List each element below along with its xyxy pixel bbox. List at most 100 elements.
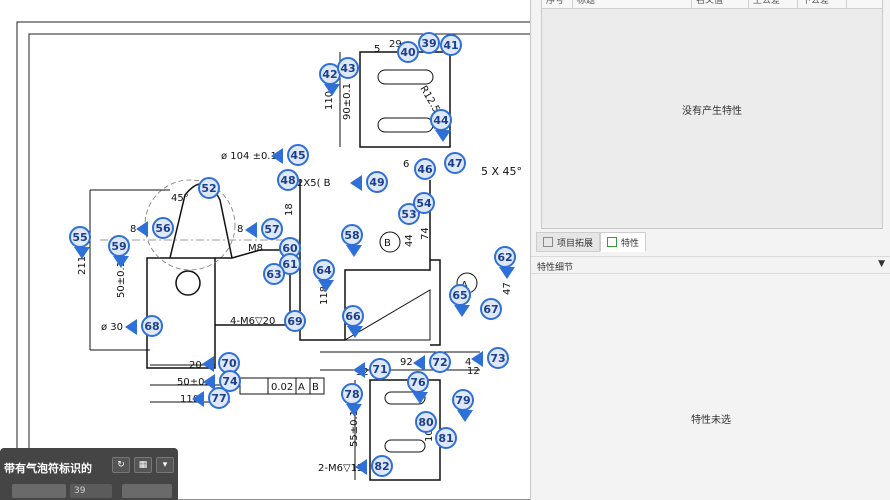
balloon-pointer-icon bbox=[412, 392, 428, 412]
tab-label: 特性 bbox=[621, 238, 640, 249]
balloon-pointer-icon bbox=[194, 356, 214, 372]
balloon-41[interactable]: 41 bbox=[440, 34, 462, 56]
dim-d35: 2X5( B bbox=[297, 178, 331, 189]
balloon-54[interactable]: 54 bbox=[413, 192, 435, 214]
balloon-pointer-icon bbox=[324, 84, 340, 104]
balloon-40[interactable]: 40 bbox=[397, 41, 419, 63]
text-field[interactable] bbox=[12, 484, 66, 498]
balloon-80[interactable]: 80 bbox=[415, 411, 437, 433]
balloon-46[interactable]: 46 bbox=[414, 158, 436, 180]
tab-label: 项目拓展 bbox=[557, 238, 594, 249]
balloon-pointer-icon bbox=[405, 355, 425, 371]
balloon-47[interactable]: 47 bbox=[444, 152, 466, 174]
balloon-pointer-icon bbox=[347, 459, 367, 475]
balloon-73[interactable]: 73 bbox=[487, 347, 509, 369]
balloon-64[interactable]: 64 bbox=[313, 259, 335, 281]
balloon-pointer-icon bbox=[117, 319, 137, 335]
balloon-pointer-icon bbox=[457, 410, 473, 430]
column-header[interactable]: 下公差 bbox=[798, 0, 847, 8]
balloon-pointer-icon bbox=[184, 391, 204, 407]
balloon-pointer-icon bbox=[318, 280, 334, 300]
dim-d32: 5 bbox=[374, 44, 380, 55]
balloon-82[interactable]: 82 bbox=[371, 455, 393, 477]
balloon-pointer-icon bbox=[74, 247, 90, 267]
balloon-69[interactable]: 69 bbox=[284, 310, 306, 332]
balloon-pointer-icon bbox=[128, 221, 148, 237]
balloon-62[interactable]: 62 bbox=[494, 246, 516, 268]
feature-detail-label: 特性细节 bbox=[537, 263, 574, 273]
balloon-68[interactable]: 68 bbox=[141, 315, 163, 337]
dim-d3: 6 bbox=[403, 159, 409, 170]
tab-features[interactable]: 特性 bbox=[600, 232, 647, 252]
dim-d15: A bbox=[298, 382, 305, 393]
feature-detail-bar[interactable]: 特性细节 ▼ bbox=[531, 256, 890, 274]
balloon-52[interactable]: 52 bbox=[198, 177, 220, 199]
dim-d14: 0.02 bbox=[271, 382, 293, 393]
balloon-59[interactable]: 59 bbox=[108, 235, 130, 257]
toolbar-title: 带有气泡符标识的 bbox=[4, 462, 92, 475]
balloon-pointer-icon bbox=[345, 362, 365, 378]
reset-icon[interactable]: ↻ bbox=[112, 457, 130, 473]
balloon-67[interactable]: 67 bbox=[480, 298, 502, 320]
features-icon bbox=[607, 237, 618, 247]
dim-d24: 44 bbox=[404, 234, 415, 247]
dim-d26: 18 bbox=[284, 203, 295, 216]
dropdown-icon[interactable]: ▾ bbox=[156, 457, 174, 473]
balloon-pointer-icon bbox=[499, 267, 515, 287]
balloon-63[interactable]: 63 bbox=[263, 263, 285, 285]
balloon-71[interactable]: 71 bbox=[369, 358, 391, 380]
balloon-pointer-icon bbox=[347, 326, 363, 346]
balloon-66[interactable]: 66 bbox=[342, 305, 364, 327]
balloon-58[interactable]: 58 bbox=[341, 224, 363, 246]
balloon-78[interactable]: 78 bbox=[341, 383, 363, 405]
balloon-pointer-icon bbox=[195, 374, 215, 390]
dim-d6: M8 bbox=[248, 243, 263, 254]
balloon-65[interactable]: 65 bbox=[449, 284, 471, 306]
balloon-56[interactable]: 56 bbox=[152, 217, 174, 239]
grid-icon[interactable]: ▦ bbox=[134, 457, 152, 473]
dim-d30: 90±0.1 bbox=[342, 83, 353, 120]
tab-project-expand[interactable]: 项目拓展 bbox=[536, 232, 601, 252]
balloon-57[interactable]: 57 bbox=[261, 218, 283, 240]
toolbar-controls: ↻ ▦ ▾ bbox=[112, 457, 174, 473]
column-header[interactable]: 上公差 bbox=[749, 0, 798, 8]
column-header[interactable]: 序号 bbox=[542, 0, 573, 8]
balloon-pointer-icon bbox=[463, 351, 483, 367]
balloon-pointer-icon bbox=[435, 130, 451, 150]
dim-d33: B bbox=[384, 238, 391, 249]
balloon-45[interactable]: 45 bbox=[287, 144, 309, 166]
balloon-72[interactable]: 72 bbox=[429, 351, 451, 373]
dim-d16: B bbox=[312, 382, 319, 393]
column-header[interactable]: 标题 bbox=[573, 0, 692, 8]
balloon-39[interactable]: 39 bbox=[418, 32, 440, 54]
panel-tabs: 项目拓展 特性 bbox=[536, 232, 647, 252]
balloon-pointer-icon bbox=[346, 404, 362, 424]
balloon-81[interactable]: 81 bbox=[435, 427, 457, 449]
dim-d10: 4-M6▽20 bbox=[230, 316, 275, 327]
feature-table[interactable]: 序号 标题 名义值 上公差 下公差 没有产生特性 bbox=[541, 0, 883, 229]
balloon-pointer-icon bbox=[237, 222, 257, 238]
balloon-79[interactable]: 79 bbox=[452, 389, 474, 411]
balloon-49[interactable]: 49 bbox=[366, 171, 388, 193]
dim-d2: 5 X 45° bbox=[481, 165, 522, 178]
feature-empty-text: 特性未选 bbox=[691, 415, 731, 426]
balloon-48[interactable]: 48 bbox=[277, 169, 299, 191]
drawing-canvas[interactable]: ø 104 ±0.10 5 X 45° 6 8 8 M8 211 50±0.1 … bbox=[0, 0, 530, 500]
balloon-43[interactable]: 43 bbox=[337, 57, 359, 79]
balloon-pointer-icon bbox=[454, 305, 470, 325]
balloon-number-input[interactable]: 39 bbox=[70, 484, 112, 498]
project-icon bbox=[543, 237, 553, 247]
balloon-pointer-icon bbox=[113, 256, 129, 276]
balloon-pointer-icon bbox=[342, 175, 362, 191]
balloon-toolbar: 带有气泡符标识的 ↻ ▦ ▾ 39 bbox=[0, 448, 178, 500]
column-header[interactable]: 名义值 bbox=[692, 0, 749, 8]
dim-d36: 45° bbox=[171, 193, 189, 204]
balloon-76[interactable]: 76 bbox=[407, 371, 429, 393]
balloon-55[interactable]: 55 bbox=[69, 226, 91, 248]
balloon-pointer-icon bbox=[346, 245, 362, 265]
balloon-44[interactable]: 44 bbox=[430, 109, 452, 131]
dim-d25: 74 bbox=[420, 227, 431, 240]
balloon-77[interactable]: 77 bbox=[208, 387, 230, 409]
chevron-down-icon[interactable]: ▼ bbox=[878, 259, 885, 269]
text-field[interactable] bbox=[122, 484, 172, 498]
